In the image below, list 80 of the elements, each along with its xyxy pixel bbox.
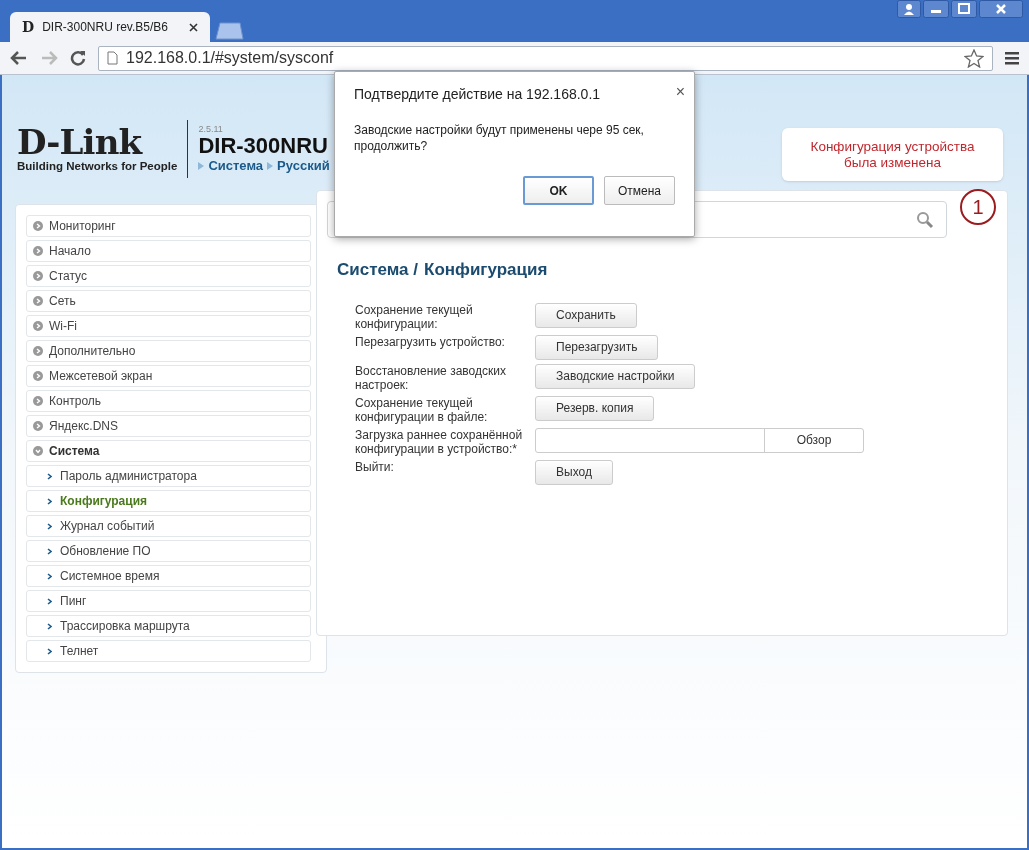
minimize-icon[interactable]	[923, 0, 949, 18]
reload-icon[interactable]	[70, 50, 86, 66]
menu-item[interactable]: Начало	[26, 240, 311, 262]
star-icon[interactable]	[964, 48, 984, 68]
chevron-right-icon	[47, 597, 52, 605]
model-name: DIR-300NRU	[198, 134, 329, 158]
submenu-item[interactable]: Конфигурация	[26, 490, 311, 512]
field-label: Перезагрузить устройство:	[355, 334, 506, 349]
chevron-right-icon	[47, 547, 52, 555]
menu-item[interactable]: Контроль	[26, 390, 311, 412]
submenu-item[interactable]: Системное время	[26, 565, 311, 587]
breadcrumb-link[interactable]: Система	[198, 158, 264, 174]
menu-item[interactable]: Статус	[26, 265, 311, 287]
back-icon[interactable]	[10, 50, 28, 66]
dialog-message: Заводские настройки будут применены чере 95 сек, продолжить?	[354, 122, 645, 154]
breadcrumb-section[interactable]: Система /	[337, 257, 418, 283]
chevron-right-icon	[33, 246, 43, 256]
chevron-right-icon	[47, 497, 52, 505]
address-bar[interactable]: 192.168.0.1/#system/sysconf	[98, 45, 993, 71]
logo-text: D-Link	[17, 125, 142, 159]
chevron-right-icon	[47, 572, 52, 580]
search-icon	[916, 210, 934, 229]
firmware-version: 2.5.11	[198, 124, 224, 134]
field-label: Выйти:	[355, 459, 395, 474]
field-label: Сохранение текущей конфигурации:	[355, 302, 474, 331]
menu-item[interactable]: Wi-Fi	[26, 315, 311, 337]
maximize-icon[interactable]	[951, 0, 977, 18]
chevron-right-icon	[33, 296, 43, 306]
submenu-item[interactable]: Обновление ПО	[26, 540, 311, 562]
submenu-item[interactable]: Телнет	[26, 640, 311, 662]
menu-item[interactable]: Система	[26, 440, 311, 462]
submenu-item[interactable]: Трассировка маршрута	[26, 615, 311, 637]
dialog-button[interactable]: OK	[523, 176, 594, 205]
chevron-right-icon	[33, 396, 43, 406]
menu-item[interactable]: Сеть	[26, 290, 311, 312]
chevron-right-icon	[33, 321, 43, 331]
submenu-item[interactable]: Пинг	[26, 590, 311, 612]
dialog-button[interactable]: Отмена	[604, 176, 675, 205]
menu-item[interactable]: Межсетевой экран	[26, 365, 311, 387]
user-icon[interactable]	[897, 0, 921, 18]
chevron-right-icon	[47, 647, 52, 655]
chevron-right-icon	[33, 371, 43, 381]
chevron-right-icon	[33, 421, 43, 431]
notification-text: Конфигурация устройства была изменена	[809, 138, 976, 171]
tagline: Building Networks for People	[17, 159, 178, 173]
file-field[interactable]: Обзор	[535, 427, 864, 453]
menu-icon[interactable]	[1005, 51, 1019, 65]
field-label: Загрузка раннее сохранённой конфигурации в устройство:*	[355, 427, 524, 456]
action-button[interactable]: Сохранить	[535, 302, 637, 328]
dialog-title: Подтвердите действие на 192.168.0.1	[354, 85, 601, 104]
field-label: Восстановление заводских настроек:	[355, 363, 507, 392]
close-icon[interactable]	[979, 0, 1023, 18]
tab-title: DIR-300NRU rev.B5/B6	[42, 19, 169, 36]
browser-tab[interactable]: D DIR-300NRU rev.B5/B6	[10, 12, 210, 42]
chevron-right-icon	[33, 271, 43, 281]
new-tab-icon[interactable]	[214, 22, 244, 40]
browse-label: Обзор	[795, 432, 833, 449]
menu-item[interactable]: Дополнительно	[26, 340, 311, 362]
chevron-down-icon	[33, 446, 43, 456]
close-tab-icon[interactable]	[189, 22, 198, 32]
action-button[interactable]: Выход	[535, 459, 613, 485]
action-button[interactable]: Заводские настройки	[535, 363, 696, 389]
page-icon	[107, 51, 118, 65]
submenu-item[interactable]: Журнал событий	[26, 515, 311, 537]
chevron-right-icon	[47, 522, 52, 530]
menu-item[interactable]: Яндекс.DNS	[26, 415, 311, 437]
chevron-right-icon	[47, 472, 52, 480]
breadcrumb-link[interactable]: Русский	[267, 158, 330, 174]
menu-item[interactable]: Мониторинг	[26, 215, 311, 237]
submenu-item[interactable]: Пароль администратора	[26, 465, 311, 487]
close-button[interactable]: ×	[675, 80, 685, 105]
chevron-right-icon	[47, 622, 52, 630]
field-label: Сохранение текущей конфигурации в файле:	[355, 395, 489, 424]
favicon: D	[22, 17, 35, 37]
url-text: 192.168.0.1/#system/sysconf	[126, 48, 334, 68]
page-title: Конфигурация	[424, 259, 548, 281]
chevron-right-icon	[33, 221, 43, 231]
chevron-right-icon	[33, 346, 43, 356]
action-button[interactable]: Перезагрузить	[535, 334, 659, 360]
action-button[interactable]: Резерв. копия	[535, 395, 655, 421]
